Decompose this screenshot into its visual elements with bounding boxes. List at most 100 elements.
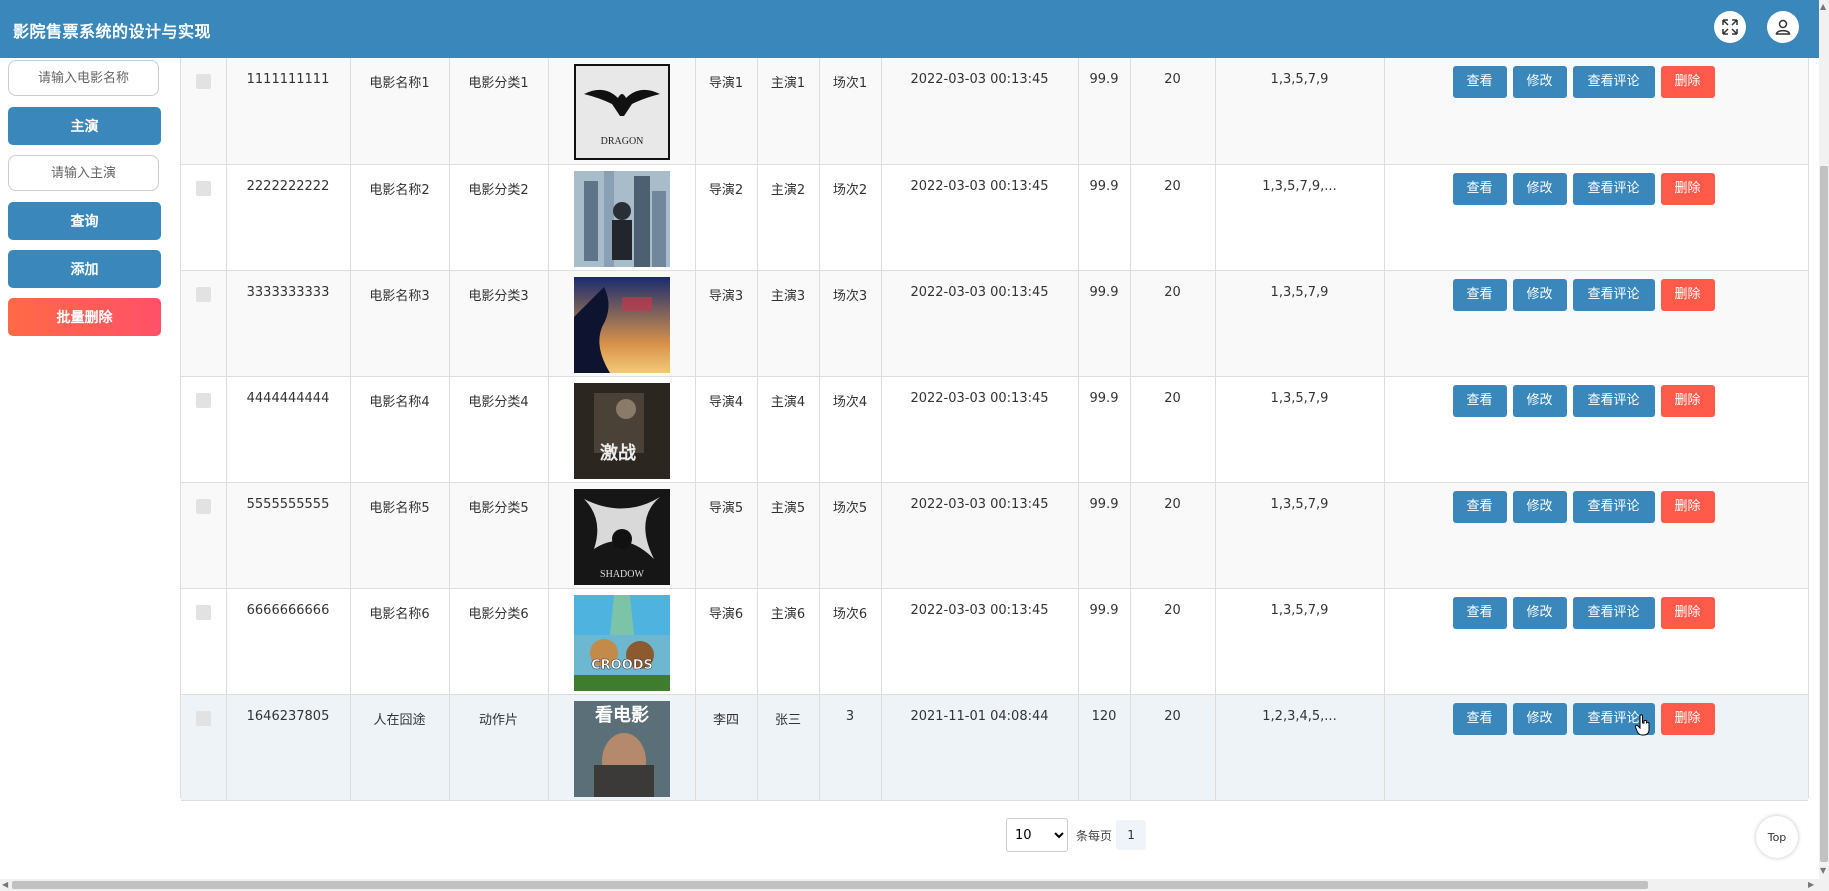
user-icon xyxy=(1775,19,1791,35)
scroll-down-arrow-icon[interactable]: ▼ xyxy=(1820,866,1826,875)
movie-name-cell: 电影名称5 xyxy=(350,482,450,589)
poster-cell: DRAGON xyxy=(548,58,696,165)
view-comments-button[interactable]: 查看评论 xyxy=(1572,172,1655,205)
days-cell: 1,3,5,7,9 xyxy=(1215,482,1385,589)
session-cell: 场次2 xyxy=(819,164,882,271)
actor-cell: 主演2 xyxy=(757,164,820,271)
view-comments-button[interactable]: 查看评论 xyxy=(1572,384,1655,417)
checkbox xyxy=(181,270,227,377)
table-row: 3333333333 电影名称3 电影分类3 导演3 主演3 场次3 2022-03-03 … xyxy=(181,270,1808,377)
edit-button[interactable]: 修改 xyxy=(1512,384,1567,417)
row-checkbox[interactable] xyxy=(195,710,211,726)
days-cell: 1,3,5,7,9 xyxy=(1215,376,1385,483)
poster-cell xyxy=(548,164,696,271)
showtime-cell: 2022-03-03 00:13:45 xyxy=(881,376,1079,483)
table-row: 5555555555 电影名称5 电影分类5 SHADOW 导演5 主演5 场次5 2022-… xyxy=(181,482,1808,589)
movie-id-cell: 6666666666 xyxy=(226,588,351,695)
seats-cell: 20 xyxy=(1130,164,1216,271)
batch-delete-button[interactable]: 批量删除 xyxy=(8,298,161,336)
scroll-left-arrow-icon[interactable]: ◀ xyxy=(2,880,8,889)
row-checkbox[interactable] xyxy=(195,180,211,196)
row-checkbox[interactable] xyxy=(195,286,211,302)
table-row: 1111111111 电影名称1 电影分类1 DRAGON 导演1 主演1 场次1 2022-… xyxy=(181,58,1808,165)
row-checkbox[interactable] xyxy=(195,604,211,620)
actions-cell: 查看 修改 查看评论 删除 xyxy=(1384,588,1808,695)
days-cell: 1,3,5,7,9,... xyxy=(1215,164,1385,271)
movie-name-cell: 电影名称1 xyxy=(350,58,450,165)
edit-button[interactable]: 修改 xyxy=(1512,172,1567,205)
movie-category-cell: 电影分类2 xyxy=(449,164,549,271)
price-cell: 99.9 xyxy=(1078,482,1131,589)
delete-button[interactable]: 删除 xyxy=(1660,66,1715,98)
movie-name-cell: 电影名称4 xyxy=(350,376,450,483)
delete-button[interactable]: 删除 xyxy=(1660,172,1715,205)
view-button[interactable]: 查看 xyxy=(1452,384,1507,417)
seats-cell: 20 xyxy=(1130,694,1216,801)
vertical-scrollbar-thumb[interactable] xyxy=(1820,166,1828,862)
actor-cell: 主演5 xyxy=(757,482,820,589)
view-comments-button[interactable]: 查看评论 xyxy=(1572,66,1655,98)
edit-button[interactable]: 修改 xyxy=(1512,596,1567,629)
movie-category-cell: 电影分类4 xyxy=(449,376,549,483)
movie-poster-image: DRAGON xyxy=(573,64,670,160)
showtime-cell: 2022-03-03 00:13:45 xyxy=(881,588,1079,695)
back-to-top-button[interactable]: Top xyxy=(1756,816,1798,858)
seats-cell: 20 xyxy=(1130,58,1216,165)
movie-id-cell: 4444444444 xyxy=(226,376,351,483)
director-cell: 导演2 xyxy=(695,164,758,271)
price-cell: 99.9 xyxy=(1078,588,1131,695)
row-checkbox[interactable] xyxy=(195,498,211,514)
svg-text:激战: 激战 xyxy=(600,442,636,464)
horizontal-scrollbar-thumb[interactable] xyxy=(12,881,1648,889)
table-row: 6666666666 电影名称6 电影分类6 CROODS 导演6 主演6 场次6 2022-… xyxy=(181,588,1808,695)
view-button[interactable]: 查看 xyxy=(1452,278,1507,311)
row-checkbox[interactable] xyxy=(195,392,211,408)
view-button[interactable]: 查看 xyxy=(1452,596,1507,629)
seats-cell: 20 xyxy=(1130,482,1216,589)
view-button[interactable]: 查看 xyxy=(1452,66,1507,98)
row-checkbox[interactable] xyxy=(195,74,211,89)
actions-cell: 查看 修改 查看评论 删除 xyxy=(1384,482,1808,589)
checkbox xyxy=(181,588,227,695)
session-cell: 3 xyxy=(819,694,882,801)
svg-text:看电影: 看电影 xyxy=(594,704,649,726)
query-button[interactable]: 查询 xyxy=(8,202,161,240)
edit-button[interactable]: 修改 xyxy=(1512,490,1567,523)
top-bar: 影院售票系统的设计与实现 xyxy=(0,0,1829,58)
view-button[interactable]: 查看 xyxy=(1452,172,1507,205)
scroll-right-arrow-icon[interactable]: ▶ xyxy=(1808,880,1814,889)
delete-button[interactable]: 删除 xyxy=(1660,384,1715,417)
delete-button[interactable]: 删除 xyxy=(1660,490,1715,523)
director-cell: 导演1 xyxy=(695,58,758,165)
checkbox xyxy=(181,58,227,165)
session-cell: 场次5 xyxy=(819,482,882,589)
view-button[interactable]: 查看 xyxy=(1452,490,1507,523)
days-cell: 1,3,5,7,9 xyxy=(1215,588,1385,695)
movie-name-cell: 电影名称3 xyxy=(350,270,450,377)
movie-name-input[interactable] xyxy=(8,60,159,96)
view-button[interactable]: 查看 xyxy=(1452,702,1507,735)
actions-cell: 查看 修改 查看评论 删除 xyxy=(1384,164,1808,271)
delete-button[interactable]: 删除 xyxy=(1660,596,1715,629)
view-comments-button[interactable]: 查看评论 xyxy=(1572,490,1655,523)
actor-input[interactable] xyxy=(8,155,159,191)
view-comments-button[interactable]: 查看评论 xyxy=(1572,596,1655,629)
delete-button[interactable]: 删除 xyxy=(1660,278,1715,311)
edit-button[interactable]: 修改 xyxy=(1512,702,1567,735)
user-button[interactable] xyxy=(1767,11,1799,43)
scroll-up-arrow-icon[interactable]: ▲ xyxy=(1820,2,1826,11)
add-button[interactable]: 添加 xyxy=(8,250,161,288)
showtime-cell: 2022-03-03 00:13:45 xyxy=(881,270,1079,377)
actor-label-button[interactable]: 主演 xyxy=(8,107,161,145)
page-size-select[interactable]: 10 xyxy=(1006,818,1068,852)
delete-button[interactable]: 删除 xyxy=(1660,702,1715,735)
director-cell: 导演6 xyxy=(695,588,758,695)
page-number-1[interactable]: 1 xyxy=(1116,820,1147,850)
view-comments-button[interactable]: 查看评论 xyxy=(1572,278,1655,311)
price-cell: 99.9 xyxy=(1078,58,1131,165)
fullscreen-button[interactable] xyxy=(1714,11,1746,43)
edit-button[interactable]: 修改 xyxy=(1512,278,1567,311)
edit-button[interactable]: 修改 xyxy=(1512,66,1567,98)
checkbox xyxy=(181,694,227,801)
movie-poster-image: 看电影 xyxy=(573,700,670,797)
